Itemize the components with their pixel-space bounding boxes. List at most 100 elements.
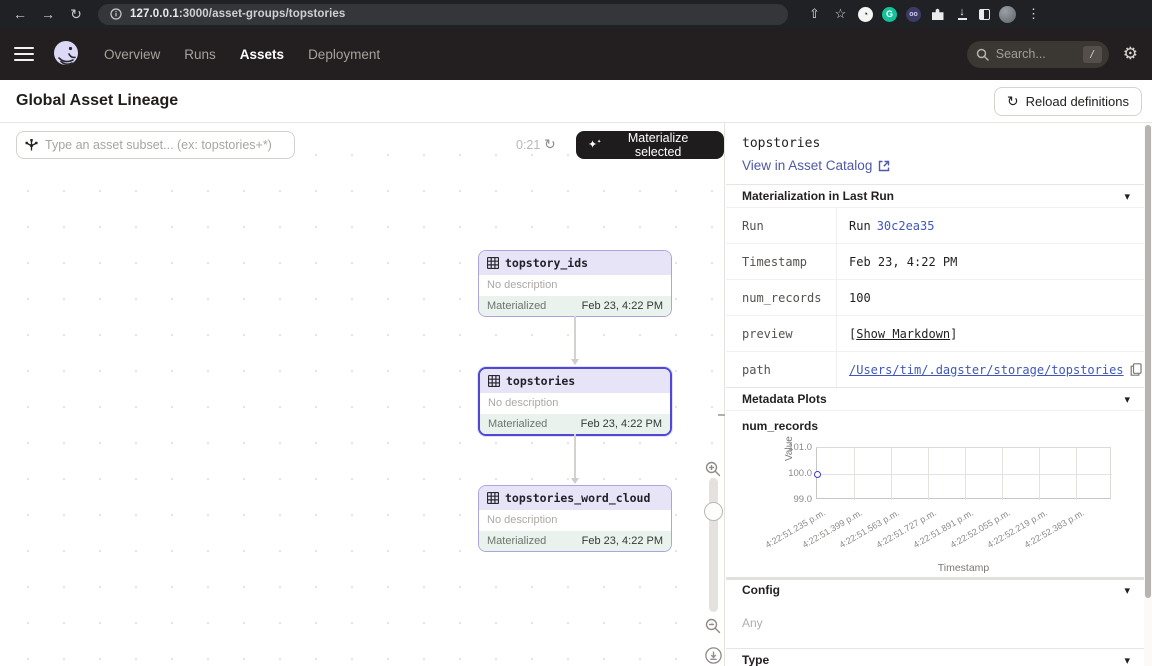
asset-node-description: No description <box>479 275 671 296</box>
site-info-icon[interactable] <box>110 8 122 20</box>
row-label: Timestamp <box>726 244 836 279</box>
reading-list-icon[interactable] <box>979 9 990 20</box>
extensions-puzzle-icon[interactable] <box>930 7 945 22</box>
refresh-timer: 0:21 <box>516 138 540 152</box>
table-asset-icon <box>487 492 499 504</box>
asset-node-topstory-ids[interactable]: topstory_ids No description Materialized… <box>478 250 672 317</box>
asset-lineage-graph[interactable]: 0:21 ↻ ✦ Materialize selected topstory_i… <box>0 123 725 666</box>
metadata-row-preview: preview [Show Markdown] <box>726 315 1144 351</box>
metadata-row-path: path /Users/tim/.dagster/storage/topstor… <box>726 351 1144 387</box>
search-icon <box>976 48 989 61</box>
nav-item-runs[interactable]: Runs <box>184 47 216 62</box>
asset-filter-box[interactable] <box>16 131 295 159</box>
chevron-down-icon: ▾ <box>1124 584 1130 597</box>
chart-plot-area <box>816 447 1111 499</box>
reload-icon[interactable]: ↻ <box>64 0 88 28</box>
extension-clock-icon[interactable]: ◔ <box>858 7 873 22</box>
metadata-row-num-records: num_records 100 <box>726 279 1144 315</box>
primary-nav: Overview Runs Assets Deployment <box>104 47 380 62</box>
section-metadata-plots[interactable]: Metadata Plots ▾ <box>726 387 1144 410</box>
table-asset-icon <box>488 375 500 387</box>
nav-item-assets[interactable]: Assets <box>240 47 284 62</box>
show-markdown-link[interactable]: Show Markdown <box>856 327 950 341</box>
row-label: preview <box>726 316 836 351</box>
browser-profile-avatar[interactable] <box>999 6 1016 23</box>
asset-detail-panel: topstories View in Asset Catalog Materia… <box>726 123 1152 666</box>
section-config[interactable]: Config ▾ <box>726 577 1144 600</box>
panel-resize-handle[interactable] <box>718 414 725 416</box>
chart-x-axis-label: Timestamp <box>816 562 1111 574</box>
y-tick: 100.0 <box>778 468 812 479</box>
asset-node-name: topstories_word_cloud <box>505 491 650 505</box>
graph-refresh-icon[interactable]: ↻ <box>544 136 556 153</box>
dagster-logo[interactable] <box>50 38 82 70</box>
asset-node-header: topstory_ids <box>479 251 671 275</box>
nav-item-deployment[interactable]: Deployment <box>308 47 380 62</box>
extension-goggles-icon[interactable]: oo <box>906 7 921 22</box>
zoom-slider-track[interactable] <box>709 478 718 612</box>
view-in-asset-catalog-link[interactable]: View in Asset Catalog <box>742 158 1128 173</box>
chevron-down-icon: ▾ <box>1124 654 1130 666</box>
zoom-out-icon[interactable] <box>705 618 721 634</box>
y-tick: 101.0 <box>778 442 812 453</box>
reload-definitions-icon: ↻ <box>1007 94 1019 108</box>
section-title: Config <box>742 583 780 597</box>
downloads-icon[interactable]: ↓ <box>954 8 970 20</box>
asset-node-topstories-word-cloud[interactable]: topstories_word_cloud No description Mat… <box>478 485 672 552</box>
bracket-open: [ <box>849 327 856 341</box>
bookmark-star-icon[interactable]: ☆ <box>832 6 849 22</box>
download-bar <box>958 18 967 20</box>
metadata-row-run: Run Run 30c2ea35 <box>726 207 1144 243</box>
lineage-edge <box>574 316 576 360</box>
nav-item-overview[interactable]: Overview <box>104 47 160 62</box>
section-type[interactable]: Type ▾ <box>726 648 1144 666</box>
row-label: num_records <box>726 280 836 315</box>
section-title: Materialization in Last Run <box>742 189 894 203</box>
materialize-selected-label: Materialize selected <box>604 131 712 159</box>
fit-to-view-icon[interactable] <box>705 647 722 664</box>
chevron-down-icon: ▾ <box>1124 190 1130 203</box>
asset-graph-filter-icon <box>25 139 38 152</box>
reload-definitions-button[interactable]: ↻ Reload definitions <box>994 87 1142 116</box>
materialize-selected-button[interactable]: ✦ Materialize selected <box>576 131 724 159</box>
panel-scrollbar[interactable] <box>1144 123 1152 666</box>
puzzle-shape <box>932 8 944 20</box>
forward-icon[interactable]: → <box>36 0 60 28</box>
row-value: Feb 23, 4:22 PM <box>836 244 1144 279</box>
status-time: Feb 23, 4:22 PM <box>582 300 663 312</box>
copy-icon[interactable] <box>1130 363 1142 376</box>
section-materialization-last-run[interactable]: Materialization in Last Run ▾ <box>726 184 1144 207</box>
page-title: Global Asset Lineage <box>16 92 178 110</box>
panel-scrollbar-thumb[interactable] <box>1145 125 1151 598</box>
url-text: 127.0.0.1:3000/asset-groups/topstories <box>130 8 345 20</box>
asset-node-name: topstory_ids <box>505 256 588 270</box>
section-title: Metadata Plots <box>742 392 827 406</box>
path-link[interactable]: /Users/tim/.dagster/storage/topstories <box>849 363 1124 377</box>
global-search-input[interactable]: Search... / <box>967 41 1109 68</box>
share-icon[interactable]: ⇧ <box>806 6 823 22</box>
run-id-link[interactable]: 30c2ea35 <box>877 219 935 233</box>
status-time: Feb 23, 4:22 PM <box>581 418 662 430</box>
config-value: Any <box>726 600 1144 648</box>
zoom-slider-handle[interactable] <box>704 502 723 521</box>
asset-node-status: Materialized Feb 23, 4:22 PM <box>479 531 671 551</box>
back-icon[interactable]: ← <box>8 0 32 28</box>
extension-grammarly-icon[interactable]: G <box>882 7 897 22</box>
settings-gear-icon[interactable]: ⚙ <box>1123 44 1138 64</box>
asset-filter-input[interactable] <box>45 138 286 152</box>
y-tick: 99.0 <box>778 494 812 505</box>
row-label: Run <box>726 208 836 243</box>
search-placeholder: Search... <box>996 47 1076 61</box>
asset-node-description: No description <box>479 510 671 531</box>
chart-data-point[interactable] <box>814 471 821 478</box>
sparkle-icon: ✦ <box>588 140 597 151</box>
address-bar[interactable]: 127.0.0.1:3000/asset-groups/topstories <box>98 4 788 25</box>
asset-node-topstories[interactable]: topstories No description Materialized F… <box>478 367 672 436</box>
status-label: Materialized <box>487 300 546 312</box>
zoom-in-icon[interactable] <box>705 461 721 477</box>
browser-menu-icon[interactable]: ⋮ <box>1025 6 1042 22</box>
status-label: Materialized <box>488 418 547 430</box>
num-records-chart: Value 101.0 100.0 99.0 4:22:51.235 p.m. … <box>726 437 1144 577</box>
status-time: Feb 23, 4:22 PM <box>582 535 663 547</box>
hamburger-menu-icon[interactable] <box>14 47 34 62</box>
